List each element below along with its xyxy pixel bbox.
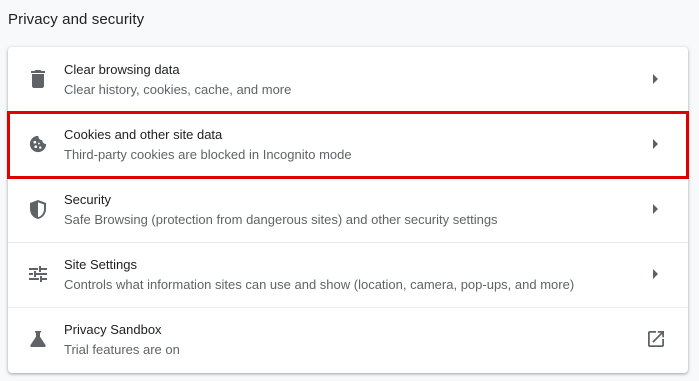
section-title: Privacy and security [8, 11, 145, 28]
shield-icon [28, 199, 48, 219]
row-label: Site Settings [64, 257, 137, 272]
row-sublabel: Safe Browsing (protection from dangerous… [64, 212, 498, 227]
privacy-security-card: Clear browsing data Clear history, cooki… [8, 47, 688, 373]
divider [8, 307, 688, 308]
privacy-sandbox-row[interactable]: Privacy Sandbox Trial features are on [8, 307, 688, 372]
open-in-new-icon[interactable] [646, 329, 666, 349]
row-sublabel: Controls what information sites can use … [64, 277, 575, 292]
cookies-site-data-row[interactable]: Cookies and other site data Third-party … [8, 112, 688, 177]
divider [8, 177, 688, 178]
tune-icon [28, 264, 48, 284]
chevron-right-icon[interactable] [646, 199, 666, 219]
row-sublabel: Third-party cookies are blocked in Incog… [64, 147, 352, 162]
row-label: Cookies and other site data [64, 127, 223, 142]
row-label: Privacy Sandbox [64, 322, 162, 337]
flask-icon [28, 329, 48, 349]
divider [8, 112, 688, 113]
cookie-icon [28, 134, 48, 154]
divider [8, 242, 688, 243]
row-sublabel: Trial features are on [64, 342, 180, 357]
site-settings-row[interactable]: Site Settings Controls what information … [8, 242, 688, 307]
trash-icon [28, 69, 48, 89]
chevron-right-icon[interactable] [646, 134, 666, 154]
clear-browsing-data-row[interactable]: Clear browsing data Clear history, cooki… [8, 47, 688, 112]
settings-page: Privacy and security Clear browsing data… [0, 0, 699, 381]
security-row[interactable]: Security Safe Browsing (protection from … [8, 177, 688, 242]
chevron-right-icon[interactable] [646, 264, 666, 284]
chevron-right-icon[interactable] [646, 69, 666, 89]
row-label: Clear browsing data [64, 62, 180, 77]
row-sublabel: Clear history, cookies, cache, and more [64, 82, 292, 97]
row-label: Security [64, 192, 111, 207]
